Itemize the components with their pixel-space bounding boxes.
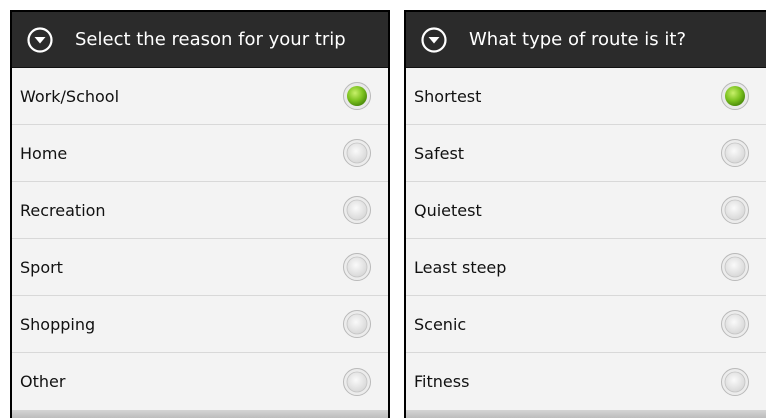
radio-selected-icon[interactable] bbox=[720, 81, 750, 111]
radio-selected-icon[interactable] bbox=[342, 81, 372, 111]
radio-unselected-icon[interactable] bbox=[342, 367, 372, 397]
dialog-bottom-edge bbox=[406, 410, 766, 418]
option-row[interactable]: Quietest bbox=[406, 182, 766, 239]
trip-reason-dialog: Select the reason for your trip Work/Sch… bbox=[10, 10, 390, 418]
option-row[interactable]: Other bbox=[12, 353, 388, 410]
radio-unselected-icon[interactable] bbox=[720, 138, 750, 168]
option-row[interactable]: Recreation bbox=[12, 182, 388, 239]
radio-unselected-icon[interactable] bbox=[342, 138, 372, 168]
radio-unselected-icon[interactable] bbox=[342, 195, 372, 225]
option-row[interactable]: Sport bbox=[12, 239, 388, 296]
option-row[interactable]: Work/School bbox=[12, 68, 388, 125]
radio-unselected-icon[interactable] bbox=[720, 367, 750, 397]
option-row[interactable]: Shortest bbox=[406, 68, 766, 125]
option-row[interactable]: Scenic bbox=[406, 296, 766, 353]
option-label: Least steep bbox=[414, 257, 507, 277]
option-row[interactable]: Safest bbox=[406, 125, 766, 182]
dialog-header: Select the reason for your trip bbox=[12, 12, 388, 68]
option-row[interactable]: Home bbox=[12, 125, 388, 182]
option-label: Shortest bbox=[414, 86, 482, 106]
radio-unselected-icon[interactable] bbox=[720, 195, 750, 225]
option-row[interactable]: Least steep bbox=[406, 239, 766, 296]
chevron-down-circle-icon[interactable] bbox=[27, 26, 53, 53]
option-list: Shortest Safest Quietest Least steep Scenic F… bbox=[406, 68, 766, 410]
option-label: Work/School bbox=[20, 86, 120, 106]
option-label: Home bbox=[20, 143, 68, 163]
radio-unselected-icon[interactable] bbox=[342, 309, 372, 339]
dialog-header: What type of route is it? bbox=[406, 12, 766, 68]
option-row[interactable]: Fitness bbox=[406, 353, 766, 410]
dialog-title: Select the reason for your trip bbox=[75, 29, 346, 50]
dialog-title: What type of route is it? bbox=[469, 29, 687, 50]
option-label: Safest bbox=[414, 143, 465, 163]
option-list: Work/School Home Recreation Sport Shopping Ot… bbox=[12, 68, 388, 410]
dialog-bottom-edge bbox=[12, 410, 388, 418]
radio-unselected-icon[interactable] bbox=[342, 252, 372, 282]
option-label: Shopping bbox=[20, 314, 96, 334]
option-label: Recreation bbox=[20, 200, 106, 220]
option-label: Fitness bbox=[414, 372, 470, 391]
option-row[interactable]: Shopping bbox=[12, 296, 388, 353]
option-label: Sport bbox=[20, 257, 63, 277]
radio-unselected-icon[interactable] bbox=[720, 252, 750, 282]
option-label: Quietest bbox=[414, 200, 482, 220]
chevron-down-circle-icon[interactable] bbox=[421, 26, 447, 53]
option-label: Other bbox=[20, 372, 66, 391]
route-type-dialog: What type of route is it? Shortest Safest… bbox=[404, 10, 766, 418]
option-label: Scenic bbox=[414, 314, 467, 334]
radio-unselected-icon[interactable] bbox=[720, 309, 750, 339]
